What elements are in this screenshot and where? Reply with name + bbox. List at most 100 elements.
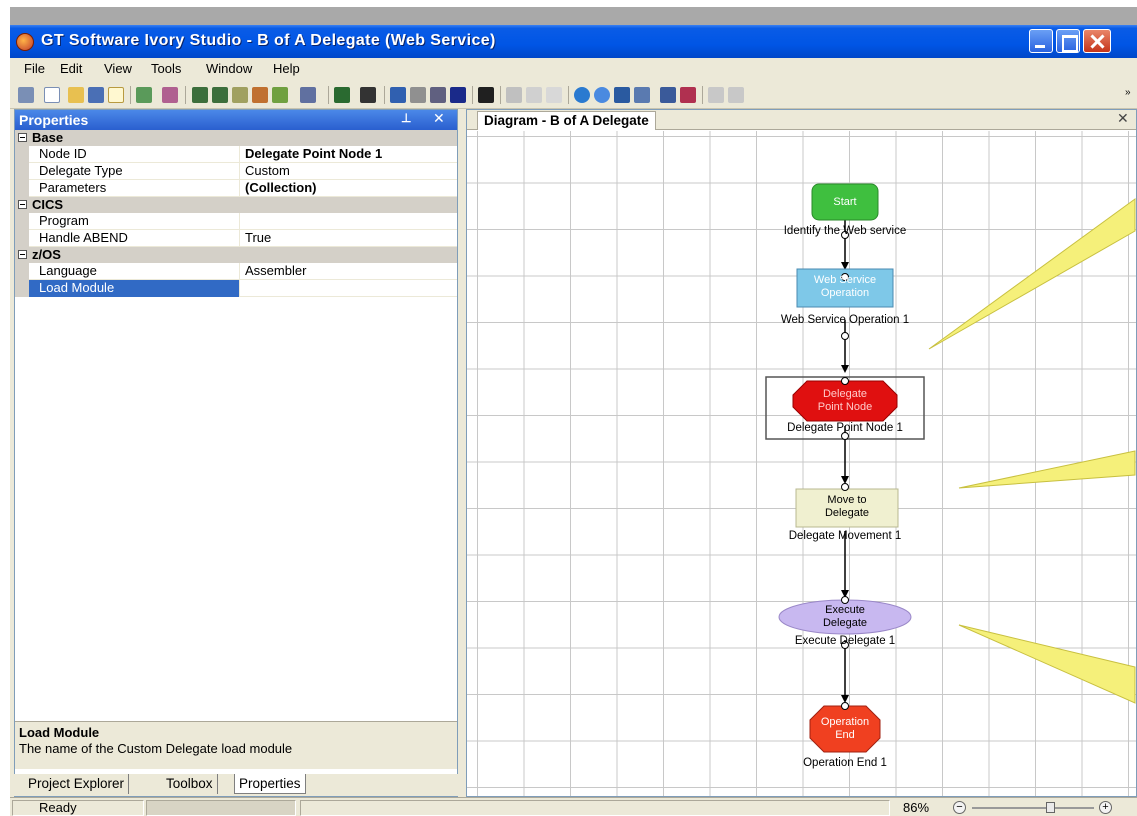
diagram-panel: Diagram - B of A Delegate ✕ Start Web Se… (466, 109, 1137, 797)
remove-icon[interactable] (728, 87, 744, 103)
property-row[interactable]: Program (15, 213, 457, 230)
menu-view[interactable]: View (104, 61, 132, 76)
menu-edit[interactable]: Edit (60, 61, 82, 76)
build-icon[interactable] (136, 87, 152, 103)
web-icon[interactable] (574, 87, 590, 103)
display-icon[interactable] (634, 87, 650, 103)
zoom-slider-thumb[interactable] (1046, 802, 1056, 813)
menu-tools[interactable]: Tools (151, 61, 181, 76)
window-icon[interactable] (614, 87, 630, 103)
description-text: The name of the Custom Delegate load mod… (19, 741, 293, 756)
binoculars-icon[interactable] (360, 87, 376, 103)
start-node-text: Start (833, 196, 857, 208)
status-panel (300, 800, 890, 816)
ivory-studio-app-icon[interactable] (16, 33, 34, 51)
toolbar-separator (702, 86, 703, 104)
copy-icon[interactable] (390, 87, 406, 103)
properties-title: Properties (19, 112, 89, 128)
tab-diagram[interactable]: Diagram - B of A Delegate (477, 111, 656, 130)
ws-node-label: Web Service Operation 1 (780, 314, 910, 326)
save-icon[interactable] (88, 87, 104, 103)
status-progress-panel (146, 800, 296, 816)
callouts (928, 198, 1136, 704)
node-id-value[interactable]: Delegate Point Node 1 (241, 146, 457, 162)
toolbar-separator (472, 86, 473, 104)
properties-panel: Properties ⊥ ✕ Base Node ID Delegate Poin… (14, 109, 458, 797)
category-cics[interactable]: CICS (15, 197, 457, 213)
diagram-tab-bar: Diagram - B of A Delegate ✕ (467, 110, 1136, 130)
zoom-slider[interactable] (972, 807, 1094, 809)
paste-icon[interactable] (410, 87, 426, 103)
grid-icon[interactable] (526, 87, 542, 103)
properties-header: Properties ⊥ ✕ (15, 110, 457, 130)
new-file-icon[interactable] (44, 87, 60, 103)
toolbar-overflow-icon[interactable]: » (1125, 87, 1131, 98)
open-folder-icon[interactable] (68, 87, 84, 103)
diagram-canvas[interactable]: Start Web Service Operation Delegate Poi… (467, 131, 1136, 796)
tab-properties[interactable]: Properties (234, 774, 306, 794)
status-bar: Ready 86% − + (10, 797, 1137, 816)
collapse-icon[interactable] (18, 200, 27, 209)
app-window: GT Software Ivory Studio - B of A Delega… (10, 25, 1137, 816)
property-grid: Base Node ID Delegate Point Node 1 Delega… (15, 130, 457, 297)
folder-icon[interactable] (108, 87, 124, 103)
close-diagram-icon[interactable]: ✕ (1117, 110, 1129, 127)
window-title: GT Software Ivory Studio - B of A Delega… (41, 32, 496, 49)
info-icon[interactable] (594, 87, 610, 103)
toolbar-separator (568, 86, 569, 104)
property-row[interactable]: Language Assembler (15, 263, 457, 280)
minimize-button[interactable] (1029, 29, 1053, 53)
clipboard-icon[interactable] (162, 87, 178, 103)
collapse-icon[interactable] (18, 133, 27, 142)
close-panel-icon[interactable]: ✕ (433, 110, 445, 127)
debug-icon[interactable] (18, 87, 34, 103)
move-node-label: Delegate Movement 1 (788, 530, 902, 542)
tools-icon[interactable] (252, 87, 268, 103)
title-bar[interactable]: GT Software Ivory Studio - B of A Delega… (10, 25, 1137, 58)
zoom-in-icon[interactable]: + (1099, 801, 1112, 814)
status-text: Ready (12, 800, 144, 816)
property-row[interactable]: Delegate Type Custom (15, 163, 457, 180)
monitor-icon[interactable] (334, 87, 350, 103)
parameters-value[interactable]: (Collection) (241, 180, 457, 196)
ws-node-text: Web Service Operation (813, 274, 877, 299)
toolbar-separator (328, 86, 329, 104)
menu-bar: File Edit View Tools Window Help (10, 58, 1137, 80)
tab-toolbox[interactable]: Toolbox (162, 774, 218, 794)
record-icon[interactable] (680, 87, 696, 103)
property-row[interactable]: Node ID Delegate Point Node 1 (15, 146, 457, 163)
maximize-button[interactable] (1056, 29, 1080, 53)
menu-file[interactable]: File (24, 61, 45, 76)
execute-node-label: Execute Delegate 1 (794, 635, 896, 647)
language-value[interactable]: Assembler (241, 263, 457, 279)
category-base[interactable]: Base (15, 130, 457, 146)
toolbar-separator (384, 86, 385, 104)
property-row[interactable]: Parameters (Collection) (15, 180, 457, 197)
export-icon[interactable] (212, 87, 228, 103)
handle-abend-value[interactable]: True (241, 230, 457, 246)
zoom-icon[interactable] (506, 87, 522, 103)
layout-icon[interactable] (546, 87, 562, 103)
zoom-out-icon[interactable]: − (953, 801, 966, 814)
add-icon[interactable] (708, 87, 724, 103)
collapse-icon[interactable] (18, 250, 27, 259)
delegate-type-value[interactable]: Custom (241, 163, 457, 179)
properties-icon[interactable] (478, 87, 494, 103)
menu-help[interactable]: Help (273, 61, 300, 76)
property-row-selected[interactable]: Load Module (15, 280, 457, 297)
toolbar-separator (185, 86, 186, 104)
cut-icon[interactable] (430, 87, 446, 103)
category-zos[interactable]: z/OS (15, 247, 457, 263)
menu-window[interactable]: Window (206, 61, 252, 76)
callout-1 (928, 198, 1136, 350)
list-icon[interactable] (660, 87, 676, 103)
tab-project-explorer[interactable]: Project Explorer (24, 774, 130, 794)
test-icon[interactable] (300, 87, 316, 103)
service-icon[interactable] (232, 87, 248, 103)
close-button[interactable] (1083, 29, 1111, 53)
property-row[interactable]: Handle ABEND True (15, 230, 457, 247)
pin-icon[interactable]: ⊥ (401, 111, 411, 125)
wizard-icon[interactable] (272, 87, 288, 103)
deploy-icon[interactable] (192, 87, 208, 103)
delete-icon[interactable] (450, 87, 466, 103)
